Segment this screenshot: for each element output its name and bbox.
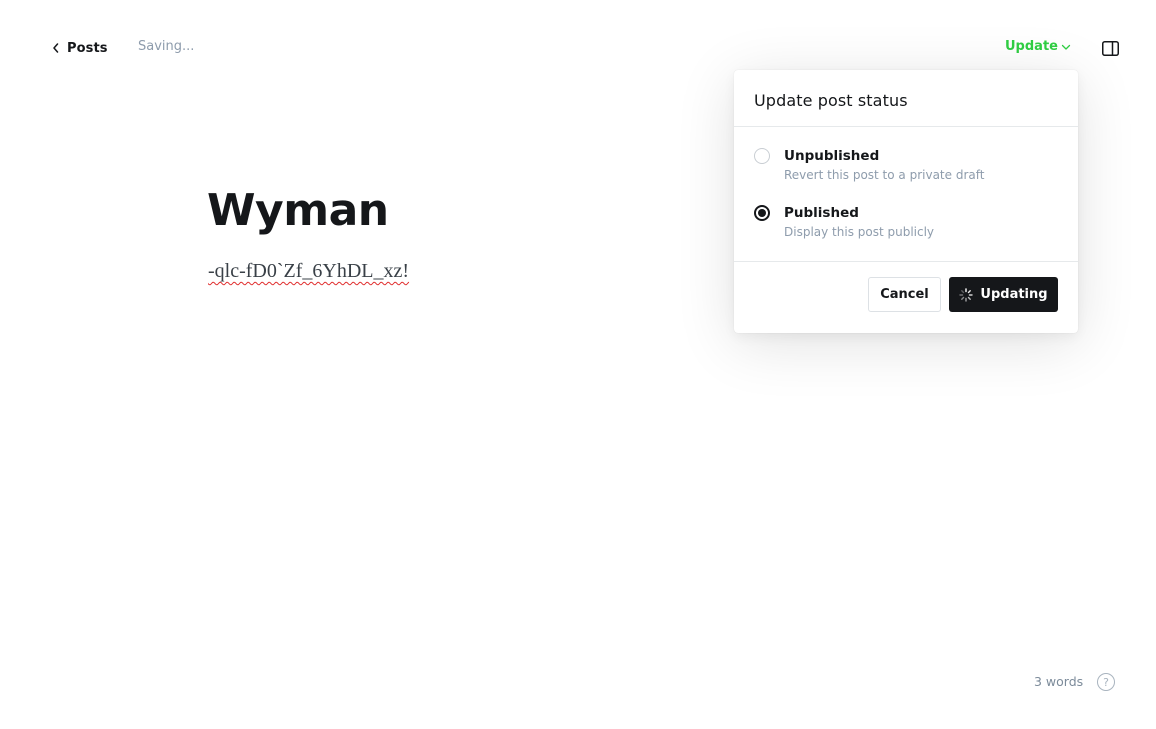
option-label: Published — [784, 205, 859, 221]
update-menu-toggle[interactable]: Update — [1005, 39, 1071, 54]
spinner-icon — [959, 287, 974, 302]
post-title[interactable]: Wyman — [207, 183, 389, 239]
saving-status: Saving... — [138, 39, 195, 54]
editor-page: Posts Saving... Update Wyman -qlc-fD0`Zf… — [0, 0, 1156, 729]
chevron-down-icon — [1061, 44, 1071, 50]
popover-header: Update post status — [734, 70, 1078, 127]
post-body-text[interactable]: -qlc-fD0`Zf_6YhDL_xz! — [208, 257, 409, 285]
updating-label: Updating — [980, 287, 1048, 302]
word-count: 3 words — [1034, 674, 1084, 689]
sidebar-toggle-button[interactable] — [1100, 38, 1120, 58]
status-options: Unpublished Revert this post to a privat… — [734, 127, 1078, 262]
update-label: Update — [1005, 39, 1058, 54]
back-to-posts-link[interactable]: Posts — [52, 38, 108, 58]
sidebar-panel-icon — [1101, 40, 1119, 56]
popover-footer: Cancel Updating — [734, 262, 1078, 312]
radio-published[interactable] — [754, 205, 770, 221]
update-status-popover: Update post status Unpublished Revert th… — [734, 70, 1078, 333]
radio-unpublished[interactable] — [754, 148, 770, 164]
chevron-left-icon — [53, 43, 59, 53]
option-description: Revert this post to a private draft — [784, 168, 985, 182]
popover-title: Update post status — [754, 91, 908, 110]
option-label: Unpublished — [784, 148, 880, 164]
option-published[interactable]: Published Display this post publicly — [754, 204, 1058, 261]
option-unpublished[interactable]: Unpublished Revert this post to a privat… — [754, 147, 1058, 204]
cancel-button[interactable]: Cancel — [868, 277, 941, 312]
help-icon[interactable]: ? — [1097, 673, 1115, 691]
back-link-label: Posts — [67, 40, 108, 56]
updating-button[interactable]: Updating — [949, 277, 1058, 312]
option-description: Display this post publicly — [784, 225, 935, 239]
